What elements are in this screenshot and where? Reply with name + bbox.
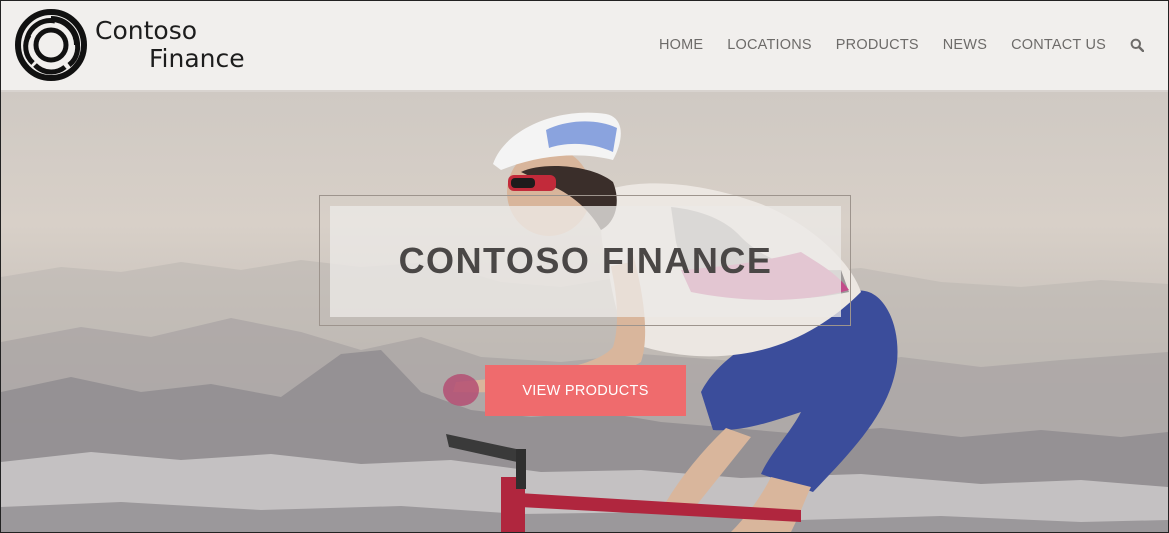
nav-item-home[interactable]: HOME	[659, 37, 703, 53]
brand-name-line2: Finance	[149, 44, 245, 73]
nav-item-locations[interactable]: LOCATIONS	[727, 37, 812, 53]
nav-item-news[interactable]: NEWS	[943, 37, 987, 53]
view-products-button[interactable]: VIEW PRODUCTS	[485, 365, 686, 416]
search-icon[interactable]	[1130, 38, 1144, 52]
nav-item-contact-us[interactable]: CONTACT US	[1011, 37, 1106, 53]
brand-name: Contoso Finance	[95, 17, 245, 73]
main-nav: HOME LOCATIONS PRODUCTS NEWS CONTACT US	[635, 37, 1144, 53]
page-frame: Contoso Finance HOME LOCATIONS PRODUCTS …	[0, 0, 1169, 533]
nav-item-products[interactable]: PRODUCTS	[836, 37, 919, 53]
contoso-logo-icon	[15, 9, 87, 81]
site-header: Contoso Finance HOME LOCATIONS PRODUCTS …	[1, 1, 1168, 92]
brand-logo[interactable]: Contoso Finance	[15, 9, 245, 81]
brand-name-line1: Contoso	[95, 16, 198, 45]
hero-title: CONTOSO FINANCE	[398, 240, 773, 281]
hero-banner: CONTOSO FINANCE VIEW PRODUCTS	[1, 92, 1168, 532]
